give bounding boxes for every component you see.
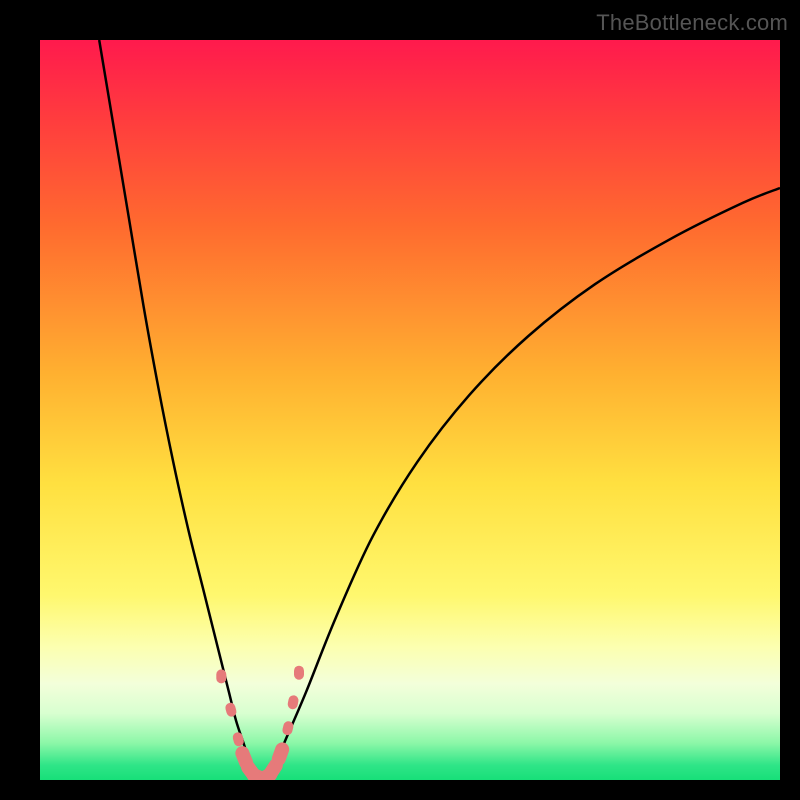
curve-left-branch bbox=[99, 40, 258, 780]
chart-overlay bbox=[40, 40, 780, 780]
plot-area bbox=[40, 40, 780, 780]
valley-marker bbox=[216, 669, 226, 683]
chart-frame: TheBottleneck.com bbox=[0, 0, 800, 800]
valley-markers bbox=[216, 666, 304, 780]
valley-marker bbox=[294, 666, 304, 680]
watermark-text: TheBottleneck.com bbox=[596, 10, 788, 36]
curve-right-branch bbox=[269, 188, 780, 780]
valley-marker bbox=[287, 694, 300, 710]
